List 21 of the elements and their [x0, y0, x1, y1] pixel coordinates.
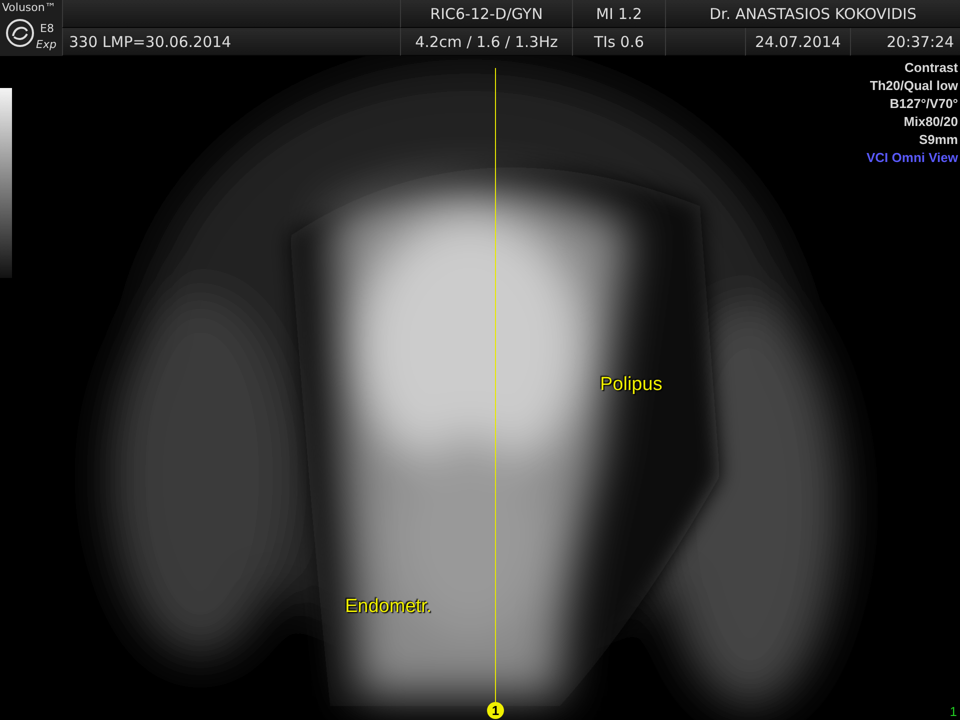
page-indicator: 1 [950, 704, 957, 719]
time-label: 20:37:24 [850, 28, 960, 56]
model-label: E8 [40, 22, 54, 35]
tis-label: TIs 0.6 [572, 28, 665, 56]
annotation-label: Endometr. [345, 596, 432, 618]
depth-label: 4.2cm / 1.6 / 1.3Hz [400, 28, 572, 56]
brand-label: Voluson™ [2, 1, 56, 14]
date-label: 24.07.2014 [745, 28, 850, 56]
setting-label: Contrast [904, 59, 958, 77]
operator-label: Dr. ANASTASIOS KOKOVIDIS [665, 0, 960, 28]
probe-label: RIC6-12-D/GYN [400, 0, 572, 28]
setting-label: B127°/V70° [890, 95, 958, 113]
setting-label: Th20/Qual low [870, 77, 958, 95]
setting-label: S9mm [918, 131, 958, 149]
setting-label: VCI Omni View [866, 149, 958, 167]
logo-icon [5, 18, 35, 48]
patient-label: 330 LMP=30.06.2014 [62, 28, 400, 56]
mi-label: MI 1.2 [572, 0, 665, 28]
model-suffix-label: Exp [36, 38, 56, 51]
setting-label: Mix80/20 [904, 113, 958, 131]
annotation-label: Polipus [600, 374, 662, 396]
